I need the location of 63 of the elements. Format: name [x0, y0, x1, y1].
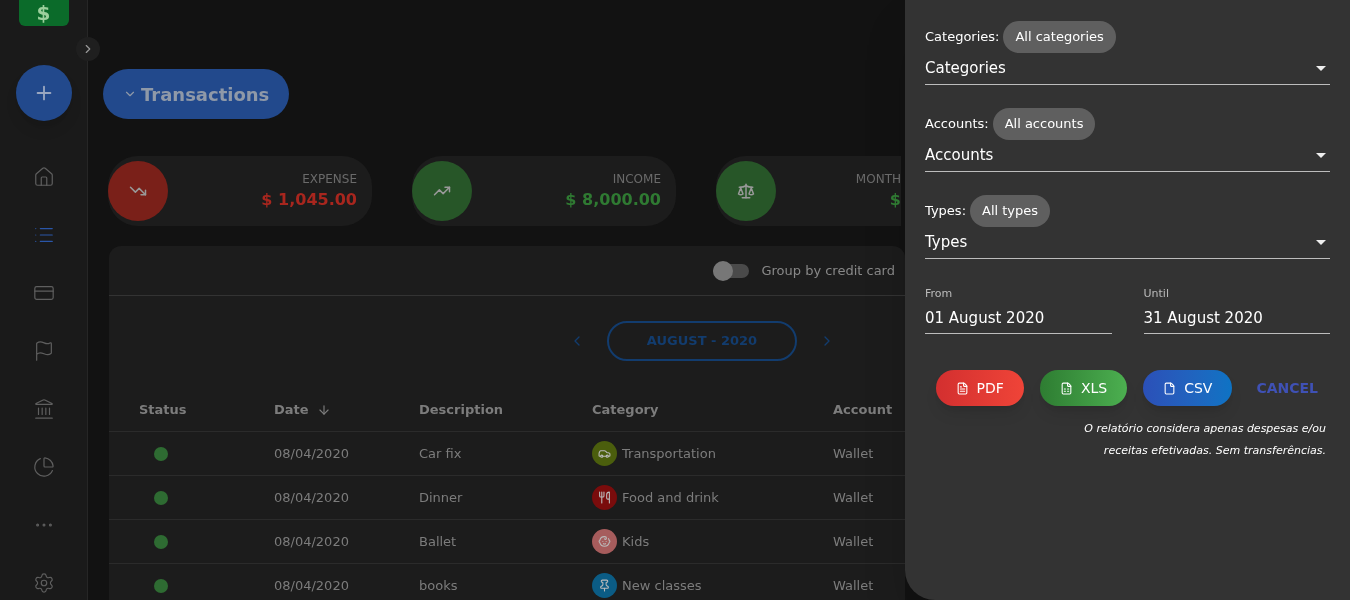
table-cell-text: 08/04/2020	[274, 576, 350, 595]
table-cell-text: New classes	[622, 576, 702, 595]
date-label: From	[925, 286, 954, 302]
date-field[interactable]: Until 31 August 2020	[1143, 286, 1330, 334]
table-cell-text: Wallet	[833, 576, 875, 595]
date-field[interactable]: From 01 August 2020	[925, 286, 1112, 334]
caret-icon	[1316, 66, 1326, 71]
table-cell-text: Car fix	[419, 444, 463, 463]
pie-chart-icon[interactable]	[31, 455, 56, 479]
table-cell-text: 08/04/2020	[274, 532, 350, 551]
table-cell-text: Ballet	[419, 532, 458, 551]
table-cell-text: Dinner	[419, 488, 464, 507]
summary-label: EXPENSE	[301, 171, 357, 188]
utensils-icon	[598, 491, 611, 504]
column-header[interactable]: Description	[419, 399, 592, 420]
summary-label: INCOME	[611, 171, 661, 188]
toggle-label: Group by credit card	[761, 261, 895, 280]
column-header[interactable]: Date	[274, 399, 419, 420]
pdf-file-icon	[955, 381, 969, 395]
pin-icon	[598, 579, 611, 592]
column-header[interactable]: Status	[109, 399, 274, 420]
table-cell-text: Food and drink	[622, 488, 719, 507]
toggle-switch[interactable]	[713, 263, 750, 278]
expand-sidebar-button[interactable]	[76, 37, 100, 61]
caret-icon	[1316, 153, 1326, 158]
scale-icon	[737, 182, 755, 200]
filter-chip[interactable]: All categories	[1003, 21, 1116, 53]
file-icon	[1163, 381, 1177, 395]
baby-icon	[598, 535, 611, 548]
table-cell-text: Kids	[622, 532, 650, 551]
spreadsheet-file-icon	[1059, 381, 1073, 395]
report-note: O relatório considera apenas despesas e/ou receitas efetivadas. Sem transferências.	[1083, 421, 1327, 459]
summary-label: MONTH	[855, 171, 901, 188]
column-header[interactable]: Category	[592, 399, 833, 420]
filter-chip[interactable]: All types	[970, 195, 1051, 227]
filter-label: Categories:	[925, 28, 1000, 47]
summary-amount: $	[888, 189, 901, 211]
filter-chip[interactable]: All accounts	[992, 108, 1096, 140]
filter-label: Types:	[925, 202, 966, 221]
select-field[interactable]: Categories	[925, 53, 1330, 85]
xls-button[interactable]: XLS	[1039, 370, 1128, 406]
table-cell-text: Transportation	[622, 444, 716, 463]
table-cell-text: books	[419, 576, 459, 595]
caret-icon	[1316, 240, 1326, 245]
date-value: 01 August 2020	[925, 307, 1046, 329]
transactions-menu-button[interactable]: Transactions	[103, 69, 290, 119]
csv-button[interactable]: CSV	[1143, 370, 1233, 406]
table-cell-text: 08/04/2020	[274, 444, 350, 463]
table-cell-text: 08/04/2020	[274, 488, 350, 507]
table-cell-text: Wallet	[833, 532, 875, 551]
table-cell-text: Wallet	[833, 488, 875, 507]
summary-amount: $ 1,045.00	[261, 189, 357, 211]
date-value: 31 August 2020	[1143, 307, 1264, 329]
select-field[interactable]: Types	[925, 227, 1330, 259]
app-logo[interactable]: $	[18, 0, 69, 26]
column-header[interactable]: Account	[833, 399, 905, 420]
car-icon	[598, 447, 611, 460]
pdf-button[interactable]: PDF	[935, 370, 1024, 406]
summary-amount: $ 8,000.00	[565, 189, 661, 211]
date-label: Until	[1143, 286, 1170, 302]
select-field[interactable]: Accounts	[925, 140, 1330, 172]
filter-label: Accounts:	[925, 115, 989, 134]
table-cell-text: Wallet	[833, 444, 875, 463]
